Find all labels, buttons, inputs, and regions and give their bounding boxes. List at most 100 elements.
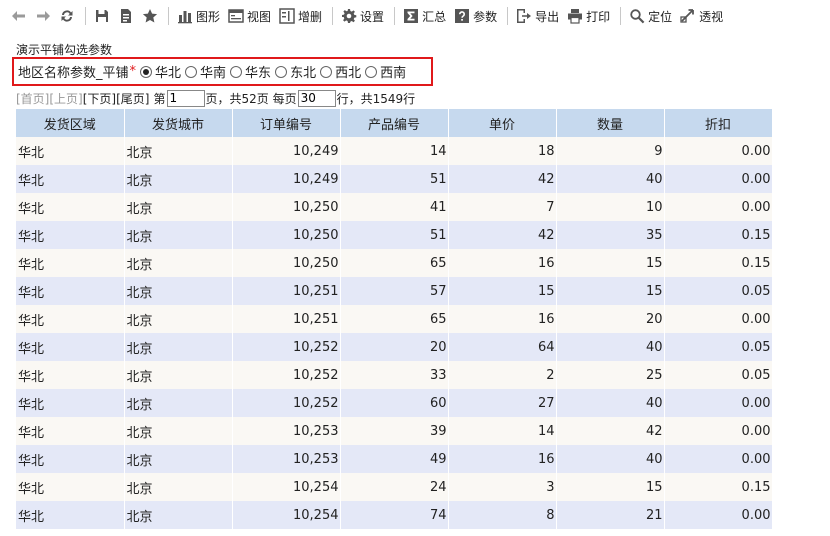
back-button[interactable]: [8, 4, 30, 28]
settings-button[interactable]: 设置: [338, 4, 387, 28]
radio-option-2[interactable]: 华南: [185, 62, 226, 81]
column-header[interactable]: 订单编号: [232, 109, 341, 137]
radio-option-label: 华东: [245, 66, 272, 81]
print-label: 打印: [586, 9, 611, 24]
radio-circle-selected[interactable]: [140, 65, 153, 78]
toolbar-separator: [85, 7, 86, 25]
radio-circle[interactable]: [185, 65, 198, 78]
table-cell: 65: [340, 249, 449, 277]
radio-circle[interactable]: [320, 65, 333, 78]
pivot-icon: [680, 9, 695, 23]
add-delete-button[interactable]: 增删: [276, 4, 325, 28]
print-button[interactable]: 打印: [564, 4, 613, 28]
column-header[interactable]: 数量: [556, 109, 665, 137]
table-body: 华北 北京 10,249 14 18 9 0.00 华北 北京 10,249 51 42 40 0.00 华…: [16, 137, 773, 529]
table-cell: 74: [340, 501, 449, 529]
locate-button[interactable]: 定位: [626, 4, 675, 28]
table-cell: 10,252: [232, 389, 341, 417]
favorite-button[interactable]: [139, 4, 161, 28]
table-cell: 0.05: [664, 277, 773, 305]
column-header[interactable]: 发货城市: [124, 109, 233, 137]
arrow-left-icon: [12, 11, 25, 21]
column-header[interactable]: 发货区域: [16, 109, 125, 137]
radio-option-5[interactable]: 西北: [320, 62, 361, 81]
summary-label: 汇总: [422, 9, 447, 24]
view-button[interactable]: 视图: [225, 4, 274, 28]
table-cell: 华北: [16, 361, 125, 389]
table-cell: 华北: [16, 249, 125, 277]
refresh-button[interactable]: [56, 4, 78, 28]
table-cell: 20: [340, 333, 449, 361]
table-cell: 0.05: [664, 361, 773, 389]
table-cell: 42: [556, 417, 665, 445]
toolbar-separator: [620, 7, 622, 25]
table-cell: 0.05: [664, 333, 773, 361]
rows-suffix: 行，共1549行: [336, 91, 416, 106]
chart-button[interactable]: 图形: [174, 4, 223, 28]
table-cell: 35: [556, 221, 665, 249]
required-mark: *: [129, 64, 137, 79]
pivot-button[interactable]: 透视: [677, 4, 726, 28]
radio-circle[interactable]: [230, 65, 243, 78]
per-page-input[interactable]: [297, 89, 336, 107]
table-cell: 北京: [124, 501, 233, 529]
table-cell: 14: [340, 137, 449, 165]
table-cell: 25: [556, 361, 665, 389]
table-cell: 10,252: [232, 361, 341, 389]
table-cell: 16: [448, 445, 557, 473]
last-page-link[interactable]: [尾页]: [116, 90, 149, 107]
arrow-right-icon: [37, 11, 50, 21]
table-cell: 北京: [124, 445, 233, 473]
radio-option-4[interactable]: 东北: [275, 62, 316, 81]
printer-icon: [568, 9, 583, 24]
prev-page-link: [上页]: [49, 91, 83, 106]
table-cell: 18: [448, 137, 557, 165]
table-cell: 华北: [16, 137, 125, 165]
table-cell: 北京: [124, 473, 233, 501]
table-cell: 15: [556, 277, 665, 305]
table-cell: 40: [556, 389, 665, 417]
column-header[interactable]: 折扣: [664, 109, 773, 137]
table-cell: 39: [340, 417, 449, 445]
column-header[interactable]: 产品编号: [340, 109, 449, 137]
table-cell: 10,250: [232, 221, 341, 249]
table-cell: 7: [448, 193, 557, 221]
parameter-label: 地区名称参数_平铺: [18, 66, 129, 81]
table-cell: 北京: [124, 221, 233, 249]
table-row: 华北 北京 10,249 14 18 9 0.00: [16, 137, 773, 165]
parameters-button[interactable]: 参数: [451, 4, 500, 28]
export-button[interactable]: 导出: [513, 4, 562, 28]
table-cell: 10,249: [232, 137, 341, 165]
table-cell: 华北: [16, 333, 125, 361]
question-icon: [455, 9, 470, 23]
table-cell: 10,249: [232, 165, 341, 193]
radio-circle[interactable]: [365, 65, 378, 78]
export-label: 导出: [535, 9, 560, 24]
table-cell: 57: [340, 277, 449, 305]
table-row: 华北 北京 10,252 20 64 40 0.05: [16, 333, 773, 361]
save-as-icon: [121, 9, 131, 23]
forward-button[interactable]: [32, 4, 54, 28]
table-cell: 华北: [16, 305, 125, 333]
page-number-input[interactable]: [166, 89, 205, 107]
radio-option-3[interactable]: 华东: [230, 62, 271, 81]
column-header[interactable]: 单价: [448, 109, 557, 137]
table-cell: 10,251: [232, 277, 341, 305]
table-cell: 10,251: [232, 305, 341, 333]
table-cell: 41: [340, 193, 449, 221]
radio-option-label: 华北: [155, 66, 182, 81]
radio-circle[interactable]: [275, 65, 288, 78]
chart-label: 图形: [196, 9, 221, 24]
table-cell: 0.00: [664, 389, 773, 417]
summary-button[interactable]: 汇总: [400, 4, 449, 28]
table-cell: 65: [340, 305, 449, 333]
table-cell: 20: [556, 305, 665, 333]
save-button[interactable]: [91, 4, 113, 28]
radio-option-1[interactable]: 华北: [140, 62, 181, 81]
save-as-button[interactable]: [115, 4, 137, 28]
table-cell: 0.00: [664, 501, 773, 529]
bar-chart-icon: [178, 11, 192, 24]
radio-option-6[interactable]: 西南: [365, 62, 406, 81]
table-cell: 北京: [124, 249, 233, 277]
next-page-link[interactable]: [下页]: [83, 90, 116, 107]
